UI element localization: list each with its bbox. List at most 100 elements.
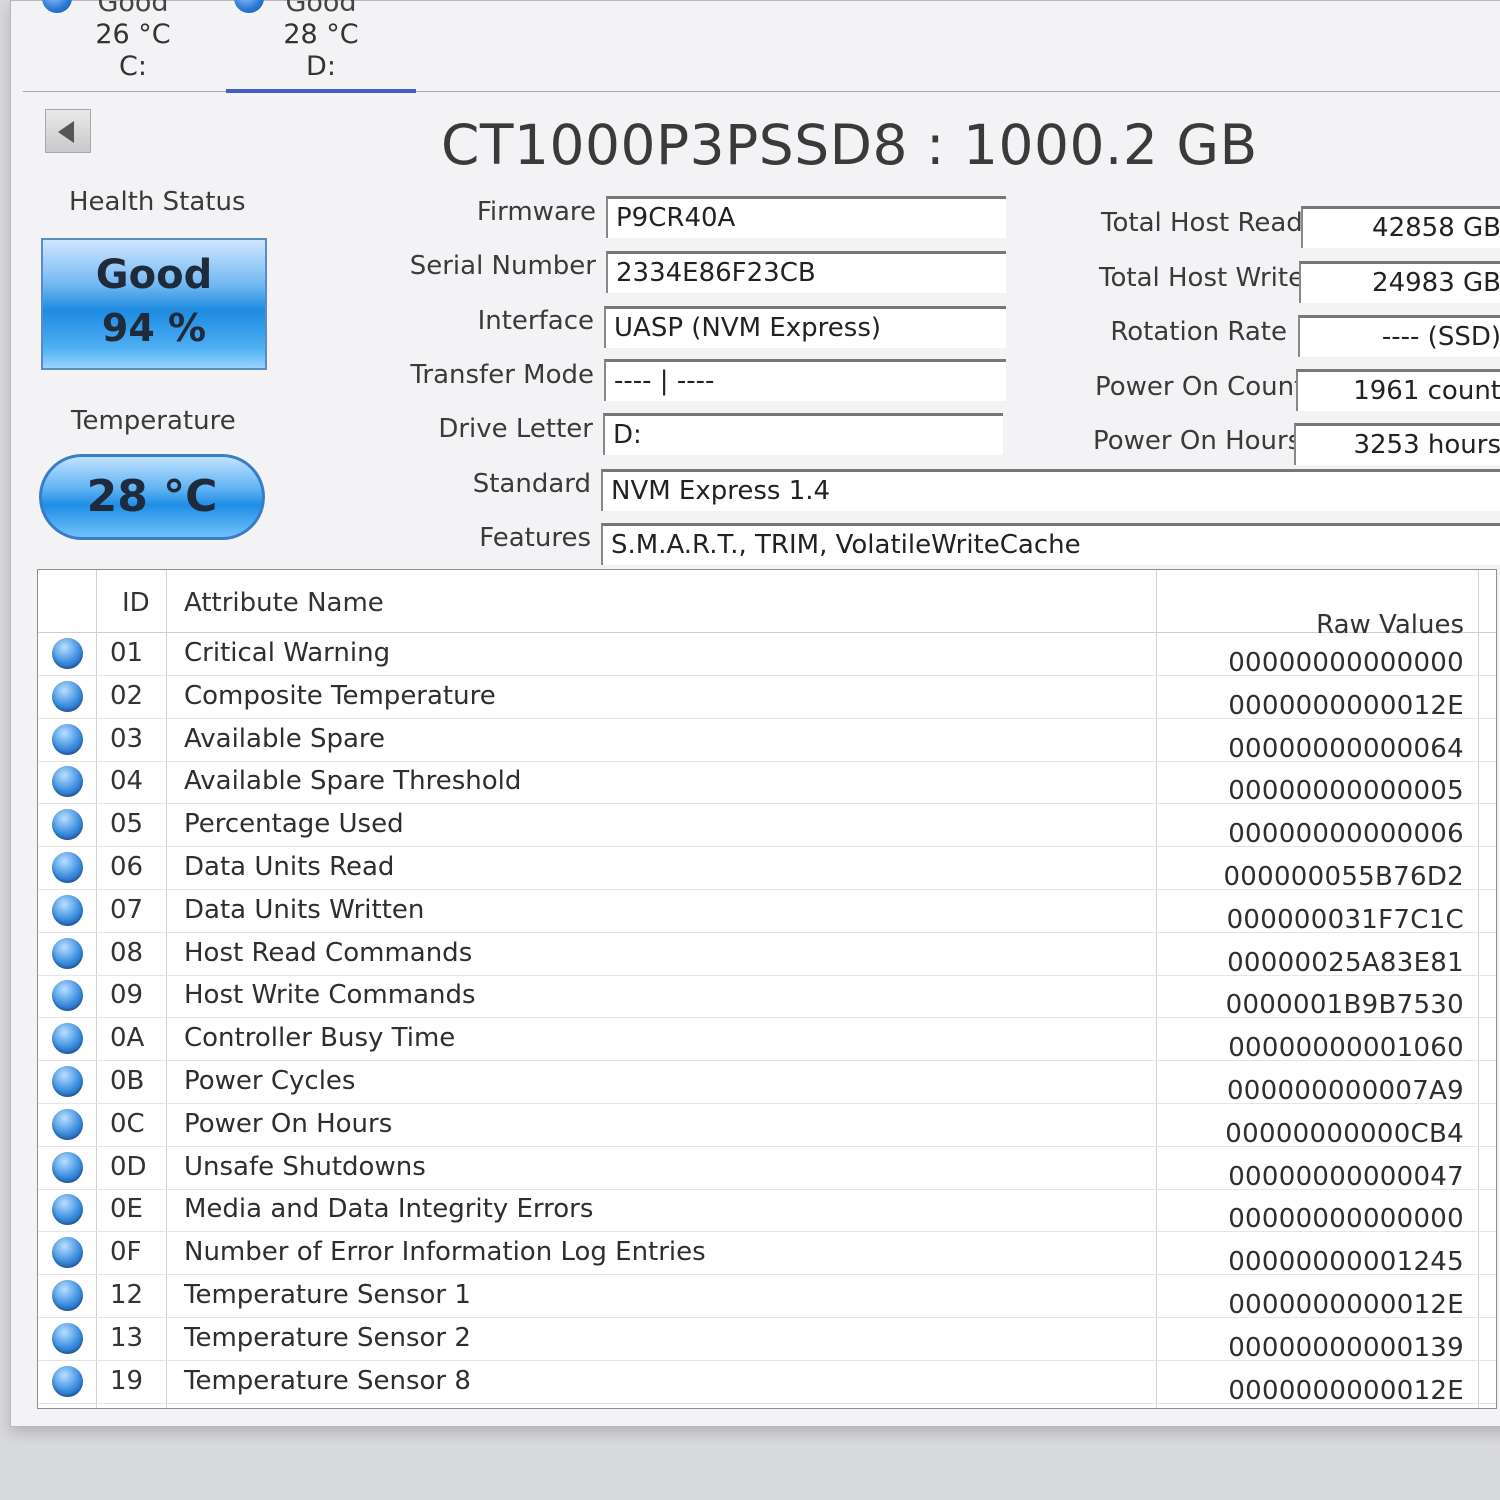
attribute-name: Power Cycles <box>184 1066 356 1096</box>
attribute-id: 0A <box>110 1023 145 1054</box>
attribute-name: Controller Busy Time <box>184 1023 456 1054</box>
drive-tab-temp: 26 °C <box>95 19 171 50</box>
temperature-label: Temperature <box>71 406 236 436</box>
serial-number-label: Serial Number <box>409 251 596 281</box>
attribute-id: 06 <box>110 852 144 882</box>
crystaldiskinfo-window: Good 26 °C C: Good 28 °C D: CT1000P3PSSD… <box>10 0 1500 1427</box>
table-row[interactable]: 0A Controller Busy Time 00000000001060 <box>38 1017 1496 1063</box>
status-dot-icon <box>52 1194 83 1226</box>
table-row[interactable]: 0C Power On Hours 00000000000CB4 <box>38 1103 1496 1149</box>
attribute-raw-value: 00000000000139 <box>1228 1332 1464 1363</box>
status-dot-icon <box>52 937 83 969</box>
table-row[interactable]: 03 Available Spare 00000000000064 <box>38 718 1496 764</box>
attribute-id: 0D <box>110 1151 147 1182</box>
health-percent-value: 94 % <box>101 306 207 350</box>
table-row[interactable]: 05 Percentage Used 00000000000006 <box>38 803 1496 849</box>
temperature-value: 28 °C <box>86 471 218 522</box>
attribute-id: 13 <box>110 1322 144 1353</box>
table-row[interactable]: 09 Host Write Commands 0000001B9B7530 <box>38 974 1496 1021</box>
table-row[interactable]: 08 Host Read Commands 00000025A83E81 <box>38 932 1496 978</box>
attribute-raw-value: 0000001B9B7530 <box>1225 990 1464 1021</box>
attribute-name: Temperature Sensor 1 <box>184 1280 471 1310</box>
table-row[interactable]: 02 Composite Temperature 0000000000012E <box>38 675 1496 721</box>
firmware-field: P9CR40A <box>606 196 1006 238</box>
attribute-name: Number of Error Information Log Entries <box>184 1237 706 1268</box>
table-row[interactable]: 04 Available Spare Threshold 0000000000000… <box>38 760 1496 807</box>
table-row[interactable]: 01 Critical Warning 00000000000000 <box>38 632 1496 678</box>
table-row[interactable]: 0F Number of Error Information Log Entrie… <box>38 1231 1496 1278</box>
status-dot-icon <box>52 680 83 712</box>
attribute-id: 12 <box>110 1280 144 1310</box>
previous-drive-button[interactable] <box>45 109 91 153</box>
attribute-name: Available Spare <box>184 723 386 754</box>
attribute-name: Host Write Commands <box>184 980 476 1011</box>
attribute-id: 08 <box>110 937 144 968</box>
health-status-box[interactable]: Good 94 % <box>41 238 267 370</box>
table-row[interactable]: 0B Power Cycles 000000000007A9 <box>38 1060 1496 1106</box>
attribute-id: 02 <box>110 680 144 711</box>
attribute-name: Power On Hours <box>184 1108 393 1139</box>
drive-tab-c[interactable]: Good 26 °C C: <box>38 0 228 89</box>
smart-attribute-table[interactable]: ID Attribute Name Raw Values 01 Critical … <box>37 569 1497 1409</box>
power-on-count-label: Power On Count <box>1095 372 1305 402</box>
attribute-id: 05 <box>110 809 144 840</box>
table-header: ID Attribute Name Raw Values <box>38 570 1496 640</box>
attribute-raw-value: 00000000000064 <box>1228 733 1464 764</box>
attribute-id: 0F <box>110 1237 142 1268</box>
attribute-id: 0C <box>110 1108 145 1139</box>
table-row[interactable]: 12 Temperature Sensor 1 0000000000012E <box>38 1274 1496 1320</box>
column-header-id[interactable]: ID <box>122 588 150 618</box>
rotation-rate-field: ---- (SSD) <box>1298 315 1500 357</box>
rotation-rate-label: Rotation Rate <box>1110 317 1287 347</box>
serial-number-field: 2334E86F23CB <box>606 251 1006 293</box>
column-header-attribute-name[interactable]: Attribute Name <box>184 588 384 618</box>
attribute-raw-value: 00000025A83E81 <box>1227 947 1464 978</box>
table-row[interactable]: 07 Data Units Written 000000031F7C1C <box>38 889 1496 935</box>
table-row[interactable]: 13 Temperature Sensor 2 00000000000139 <box>38 1317 1496 1363</box>
attribute-raw-value: 000000000007A9 <box>1226 1076 1464 1106</box>
attribute-name: Percentage Used <box>184 809 404 840</box>
firmware-label: Firmware <box>476 197 596 227</box>
attribute-raw-value: 0000000000012E <box>1228 690 1464 721</box>
attribute-raw-value: 00000000000047 <box>1228 1161 1464 1192</box>
total-host-reads-label: Total Host Reads <box>1101 208 1317 238</box>
attribute-raw-value: 0000000000012E <box>1228 1375 1464 1406</box>
status-dot-icon <box>52 1322 83 1354</box>
health-status-label: Health Status <box>69 187 246 217</box>
status-dot-icon <box>52 766 83 798</box>
attribute-name: Media and Data Integrity Errors <box>184 1194 594 1225</box>
table-row[interactable]: 06 Data Units Read 000000055B76D2 <box>38 846 1496 892</box>
table-row[interactable]: 19 Temperature Sensor 8 0000000000012E <box>38 1360 1496 1406</box>
standard-label: Standard <box>472 469 591 499</box>
status-dot-icon <box>52 809 83 841</box>
drive-tab-bar: Good 26 °C C: Good 28 °C D: <box>23 0 1500 93</box>
attribute-raw-value: 00000000000005 <box>1228 776 1464 807</box>
table-row[interactable]: 0D Unsafe Shutdowns 00000000000047 <box>38 1146 1496 1192</box>
table-row[interactable]: 0E Media and Data Integrity Errors 0000000… <box>38 1188 1496 1235</box>
power-on-hours-field: 3253 hours <box>1294 423 1500 465</box>
attribute-id: 01 <box>110 638 144 668</box>
status-dot-icon <box>52 1151 83 1183</box>
power-on-count-field: 1961 count <box>1296 369 1500 411</box>
attribute-name: Data Units Written <box>184 894 425 925</box>
total-host-reads-field: 42858 GB <box>1301 206 1500 248</box>
attribute-id: 03 <box>110 723 144 754</box>
health-status-value: Good <box>95 252 213 298</box>
power-on-hours-label: Power On Hours <box>1093 426 1302 456</box>
status-dot-icon <box>52 1108 83 1140</box>
attribute-raw-value: 00000000001245 <box>1228 1247 1464 1278</box>
attribute-raw-value: 00000000000000 <box>1228 648 1464 678</box>
drive-tab-d[interactable]: Good 28 °C D: <box>226 0 416 93</box>
interface-label: Interface <box>477 306 594 336</box>
drive-tab-temp: 28 °C <box>283 19 359 50</box>
attribute-name: Unsafe Shutdowns <box>184 1151 426 1182</box>
features-field: S.M.A.R.T., TRIM, VolatileWriteCache <box>601 523 1500 565</box>
attribute-name: Available Spare Threshold <box>184 766 522 797</box>
attribute-name: Host Read Commands <box>184 937 473 968</box>
attribute-name: Temperature Sensor 2 <box>184 1322 471 1353</box>
attribute-raw-value: 00000000000000 <box>1228 1204 1464 1235</box>
attribute-name: Data Units Read <box>184 852 395 882</box>
attribute-name: Temperature Sensor 8 <box>184 1365 471 1396</box>
temperature-box[interactable]: 28 °C <box>39 454 265 540</box>
status-dot-icon <box>52 1237 83 1269</box>
